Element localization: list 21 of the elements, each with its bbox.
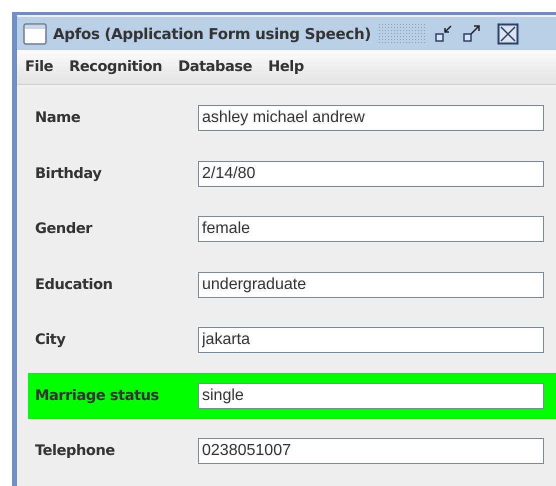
window-title: Apfos (Application Form using Speech) <box>53 24 371 42</box>
field-label: Education <box>35 276 114 292</box>
text-field[interactable]: female <box>198 216 544 242</box>
menu-item[interactable]: Database <box>178 59 252 75</box>
close-icon[interactable] <box>496 22 519 44</box>
text-field[interactable]: single <box>198 382 544 408</box>
menu-item[interactable]: File <box>25 59 54 75</box>
field-label: City <box>35 332 66 348</box>
window-icon <box>23 22 47 44</box>
field-label: Gender <box>35 221 94 237</box>
field-label: Marriage status <box>35 388 160 404</box>
field-label: Name <box>35 110 82 126</box>
text-field[interactable]: ashley michael andrew <box>198 105 544 131</box>
text-field[interactable]: 0238051007 <box>198 438 544 464</box>
field-label: Birthday <box>35 166 102 182</box>
maximize-icon[interactable] <box>460 22 483 44</box>
text-field[interactable]: undergraduate <box>198 272 544 298</box>
menu-item[interactable]: Recognition <box>69 59 162 75</box>
menu-item[interactable]: Help <box>268 59 304 75</box>
text-field[interactable]: 2/14/80 <box>198 160 544 186</box>
field-label: Telephone <box>35 443 116 459</box>
